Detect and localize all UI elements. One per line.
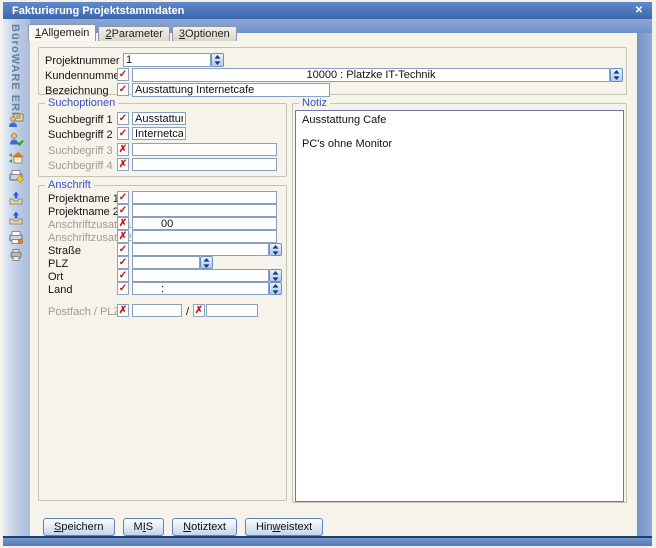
button-label-part: peichern	[61, 521, 103, 533]
suchbegriff3-label: Suchbegriff 3	[48, 145, 113, 158]
suchbegriff4-input[interactable]	[132, 158, 277, 171]
anschriftzusatz2-cross-icon[interactable]: ✗	[117, 230, 129, 243]
bezeichnung-input[interactable]	[132, 83, 330, 97]
postfach-label: Postfach / PLZ	[48, 306, 120, 319]
projektname2-input[interactable]	[132, 204, 277, 217]
print-note-icon[interactable]	[8, 168, 24, 184]
button-label-part: M	[134, 521, 143, 533]
suchoptionen-group-label: Suchoptionen	[45, 97, 118, 110]
anschrift-group-label: Anschrift	[45, 179, 94, 192]
right-frame-band	[637, 33, 652, 546]
button-row: Speichern MIS Notiztext Hinweistext	[43, 518, 323, 536]
projektname2-label: Projektname 2	[48, 206, 119, 219]
brand-vertical-text: BüroWARE ERP	[9, 24, 21, 120]
tab-optionen[interactable]: 3 Optionen	[172, 26, 237, 41]
land-input[interactable]	[132, 282, 269, 295]
button-accesskey: S	[54, 521, 61, 533]
anschriftzusatz1-input[interactable]	[132, 217, 277, 230]
tab-allgemein[interactable]: 1 Allgemein	[28, 24, 96, 41]
projektname1-label: Projektname 1	[48, 193, 119, 206]
projektnummer-spinner-button[interactable]	[211, 53, 224, 67]
suchbegriff4-cross-icon[interactable]: ✗	[117, 158, 129, 171]
ort-check-icon[interactable]: ✓	[117, 269, 129, 282]
suchbegriff2-check-icon[interactable]: ✓	[117, 127, 129, 140]
suchbegriff1-input[interactable]	[132, 112, 186, 125]
kundennummer-check-icon[interactable]: ✓	[117, 68, 129, 81]
button-label-part: Hin	[256, 521, 273, 533]
titlebar: Fakturierung Projektstammdaten ✕	[3, 2, 652, 19]
suchbegriff1-check-icon[interactable]: ✓	[117, 112, 129, 125]
kundennummer-label: Kundennummer	[45, 70, 123, 83]
suchbegriff1-label: Suchbegriff 1	[48, 114, 113, 127]
strasse-check-icon[interactable]: ✓	[117, 243, 129, 256]
land-check-icon[interactable]: ✓	[117, 282, 129, 295]
button-accesskey: N	[183, 521, 191, 533]
button-label-part: S	[146, 521, 153, 533]
print-gray-icon[interactable]	[8, 247, 24, 263]
notiz-group: Notiz Ausstattung Cafe PC's ohne Monitor	[292, 103, 627, 503]
ort-label: Ort	[48, 271, 63, 284]
bottom-frame-band	[3, 538, 652, 546]
postfach-input[interactable]	[132, 304, 182, 317]
window-title: Fakturierung Projektstammdaten	[12, 5, 184, 17]
suchbegriff2-input[interactable]	[132, 127, 186, 140]
projektnummer-input[interactable]	[123, 53, 211, 67]
tab-label: Parameter	[112, 28, 163, 40]
close-button[interactable]: ✕	[632, 4, 646, 17]
button-accesskey: w	[272, 521, 280, 533]
sidebar: BüroWARE ERP	[3, 19, 30, 536]
user-check-icon[interactable]	[8, 131, 24, 147]
postfach-plz-cross-icon[interactable]: ✗	[193, 304, 205, 317]
app-window: Fakturierung Projektstammdaten ✕ BüroWAR…	[0, 0, 656, 548]
save-button[interactable]: Speichern	[43, 518, 115, 536]
notiz-group-label: Notiz	[299, 97, 330, 110]
suchbegriff4-label: Suchbegriff 4	[48, 160, 113, 173]
kundennummer-select[interactable]	[132, 68, 610, 82]
mis-button[interactable]: MIS	[123, 518, 165, 536]
notiz-textarea[interactable]: Ausstattung Cafe PC's ohne Monitor	[295, 110, 624, 502]
projektname1-input[interactable]	[132, 191, 277, 204]
anschriftzusatz1-cross-icon[interactable]: ✗	[117, 217, 129, 230]
tab-label: Allgemein	[41, 27, 89, 39]
kundennummer-dropdown-button[interactable]	[610, 68, 623, 82]
strasse-label: Straße	[48, 245, 81, 258]
strasse-dropdown-button[interactable]	[269, 243, 282, 256]
suchbegriff3-input[interactable]	[132, 143, 277, 156]
bezeichnung-check-icon[interactable]: ✓	[117, 83, 129, 96]
user-card-icon[interactable]	[8, 112, 24, 128]
projektname1-check-icon[interactable]: ✓	[117, 191, 129, 204]
plz-dropdown-button[interactable]	[200, 256, 213, 269]
ort-dropdown-button[interactable]	[269, 269, 282, 282]
tab-strip: 1 Allgemein 2 Parameter 3 Optionen	[28, 24, 239, 41]
postfach-separator: /	[186, 306, 189, 319]
button-label-part: otiztext	[191, 521, 226, 533]
tab-label: Optionen	[185, 28, 230, 40]
home-sync-icon[interactable]	[8, 149, 24, 165]
print-color-icon[interactable]	[8, 229, 24, 245]
plz-input[interactable]	[132, 256, 200, 269]
button-label-part: eistext	[280, 521, 312, 533]
land-dropdown-button[interactable]	[269, 282, 282, 295]
export-icon[interactable]	[8, 190, 24, 206]
plz-check-icon[interactable]: ✓	[117, 256, 129, 269]
projektname2-check-icon[interactable]: ✓	[117, 204, 129, 217]
hinweistext-button[interactable]: Hinweistext	[245, 518, 323, 536]
tab-parameter[interactable]: 2 Parameter	[98, 26, 169, 41]
anschriftzusatz2-input[interactable]	[132, 230, 277, 243]
notiztext-button[interactable]: Notiztext	[172, 518, 237, 536]
postfach-cross-icon[interactable]: ✗	[117, 304, 129, 317]
plz-label: PLZ	[48, 258, 68, 271]
suchbegriff3-cross-icon[interactable]: ✗	[117, 143, 129, 156]
export-alt-icon[interactable]	[8, 210, 24, 226]
suchbegriff2-label: Suchbegriff 2	[48, 129, 113, 142]
land-label: Land	[48, 284, 72, 297]
ort-input[interactable]	[132, 269, 269, 282]
postfach-plz-input[interactable]	[206, 304, 258, 317]
projektnummer-label: Projektnummer	[45, 55, 120, 68]
strasse-input[interactable]	[132, 243, 269, 256]
